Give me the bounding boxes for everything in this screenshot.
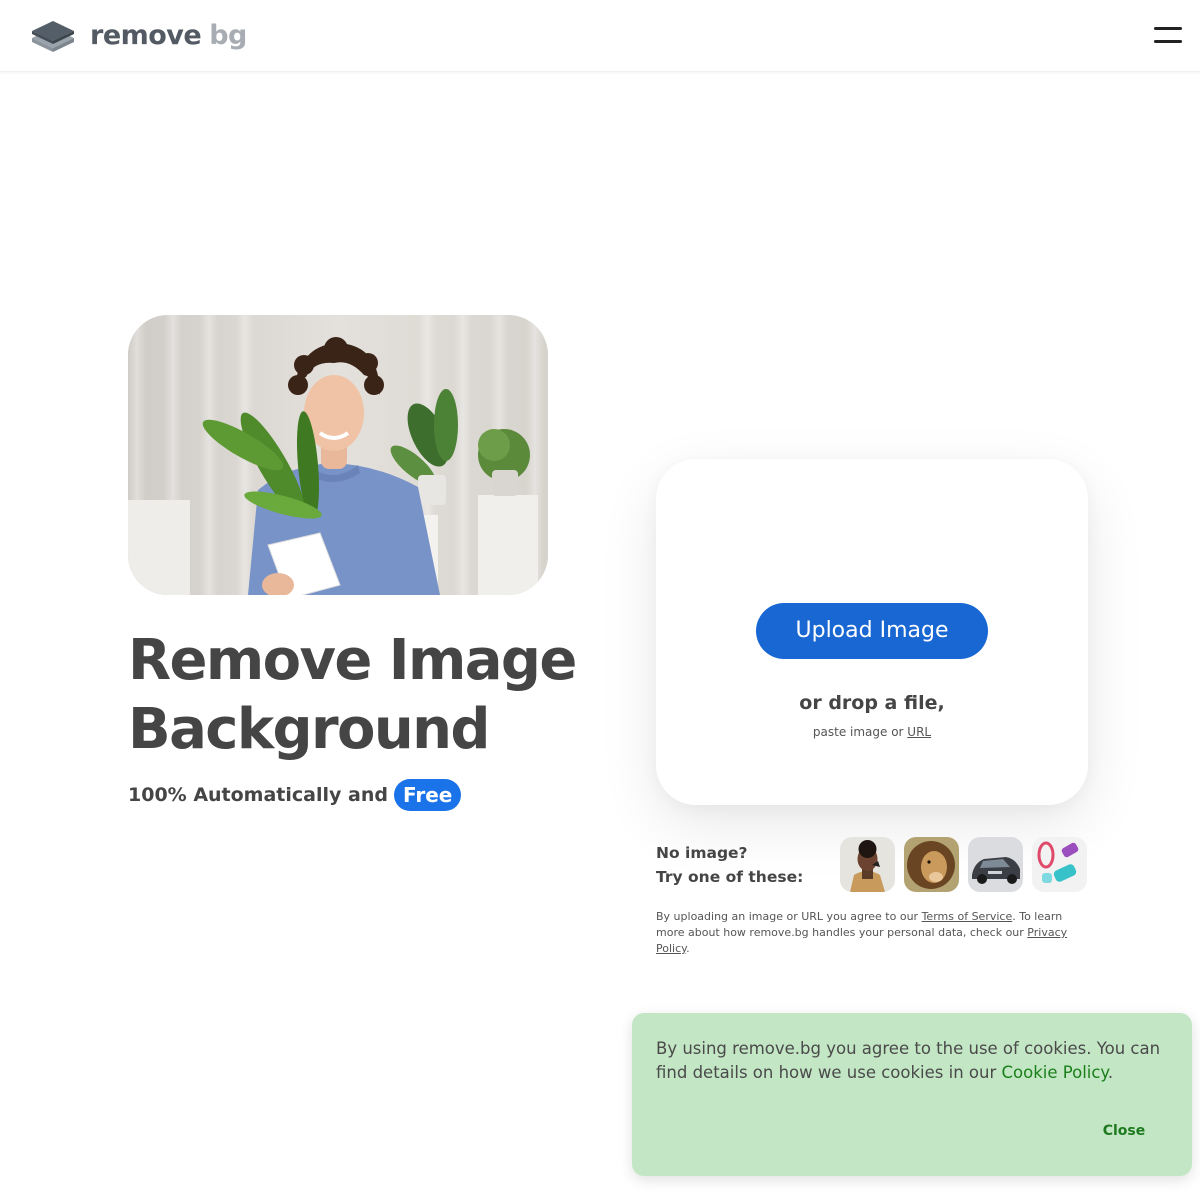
drop-file-text: or drop a file, <box>799 692 945 714</box>
title-line-1: Remove Image <box>128 628 577 693</box>
upload-image-button[interactable]: Upload Image <box>756 603 988 659</box>
sample-prompt-line-1: No image? <box>656 844 748 862</box>
cookie-close-button[interactable]: Close <box>1094 1119 1154 1143</box>
cookie-banner: By using remove.bg you agree to the use … <box>632 1013 1192 1176</box>
logo-wordmark: remove bg <box>90 18 247 54</box>
logo-word-remove: remove <box>90 20 202 51</box>
page-title: Remove Image Background <box>128 626 648 764</box>
sample-prompt-line-2: Try one of these: <box>656 868 804 886</box>
url-link[interactable]: URL <box>907 725 931 739</box>
hero-subtitle: 100% Automatically and Free <box>128 779 462 811</box>
cookie-message: By using remove.bg you agree to the use … <box>656 1037 1176 1085</box>
sample-lion-thumbnail[interactable] <box>904 837 959 892</box>
terms-of-service-link[interactable]: Terms of Service <box>922 910 1013 923</box>
free-badge: Free <box>393 779 462 811</box>
sample-woman-thumbnail[interactable] <box>840 837 895 892</box>
cookie-message-period: . <box>1107 1063 1114 1082</box>
paste-hint-text: paste image or <box>812 725 908 739</box>
sample-car-thumbnail[interactable] <box>968 837 1023 892</box>
legal-text-1: By uploading an image or URL you agree t… <box>656 910 922 923</box>
legal-notice: By uploading an image or URL you agree t… <box>656 909 1088 957</box>
legal-text-3: . <box>686 942 690 955</box>
sample-fitness-gear-thumbnail[interactable] <box>1032 837 1087 892</box>
hero-image <box>128 315 548 595</box>
paste-hint: paste image or URL <box>656 725 1088 739</box>
cookie-policy-link[interactable]: Cookie Policy <box>1001 1063 1107 1082</box>
sample-prompt: No image? Try one of these: <box>656 841 803 889</box>
title-line-2: Background <box>128 697 491 762</box>
layers-logo-icon <box>32 21 74 52</box>
subtitle-text: 100% Automatically and <box>128 784 388 806</box>
site-header: remove bg <box>0 0 1200 72</box>
sample-images <box>840 837 1087 892</box>
site-logo[interactable]: remove bg <box>30 18 247 54</box>
logo-word-bg: bg <box>209 20 247 51</box>
upload-dropzone[interactable]: Upload Image or drop a file, paste image… <box>656 459 1088 805</box>
hamburger-menu-icon[interactable] <box>1152 24 1186 48</box>
